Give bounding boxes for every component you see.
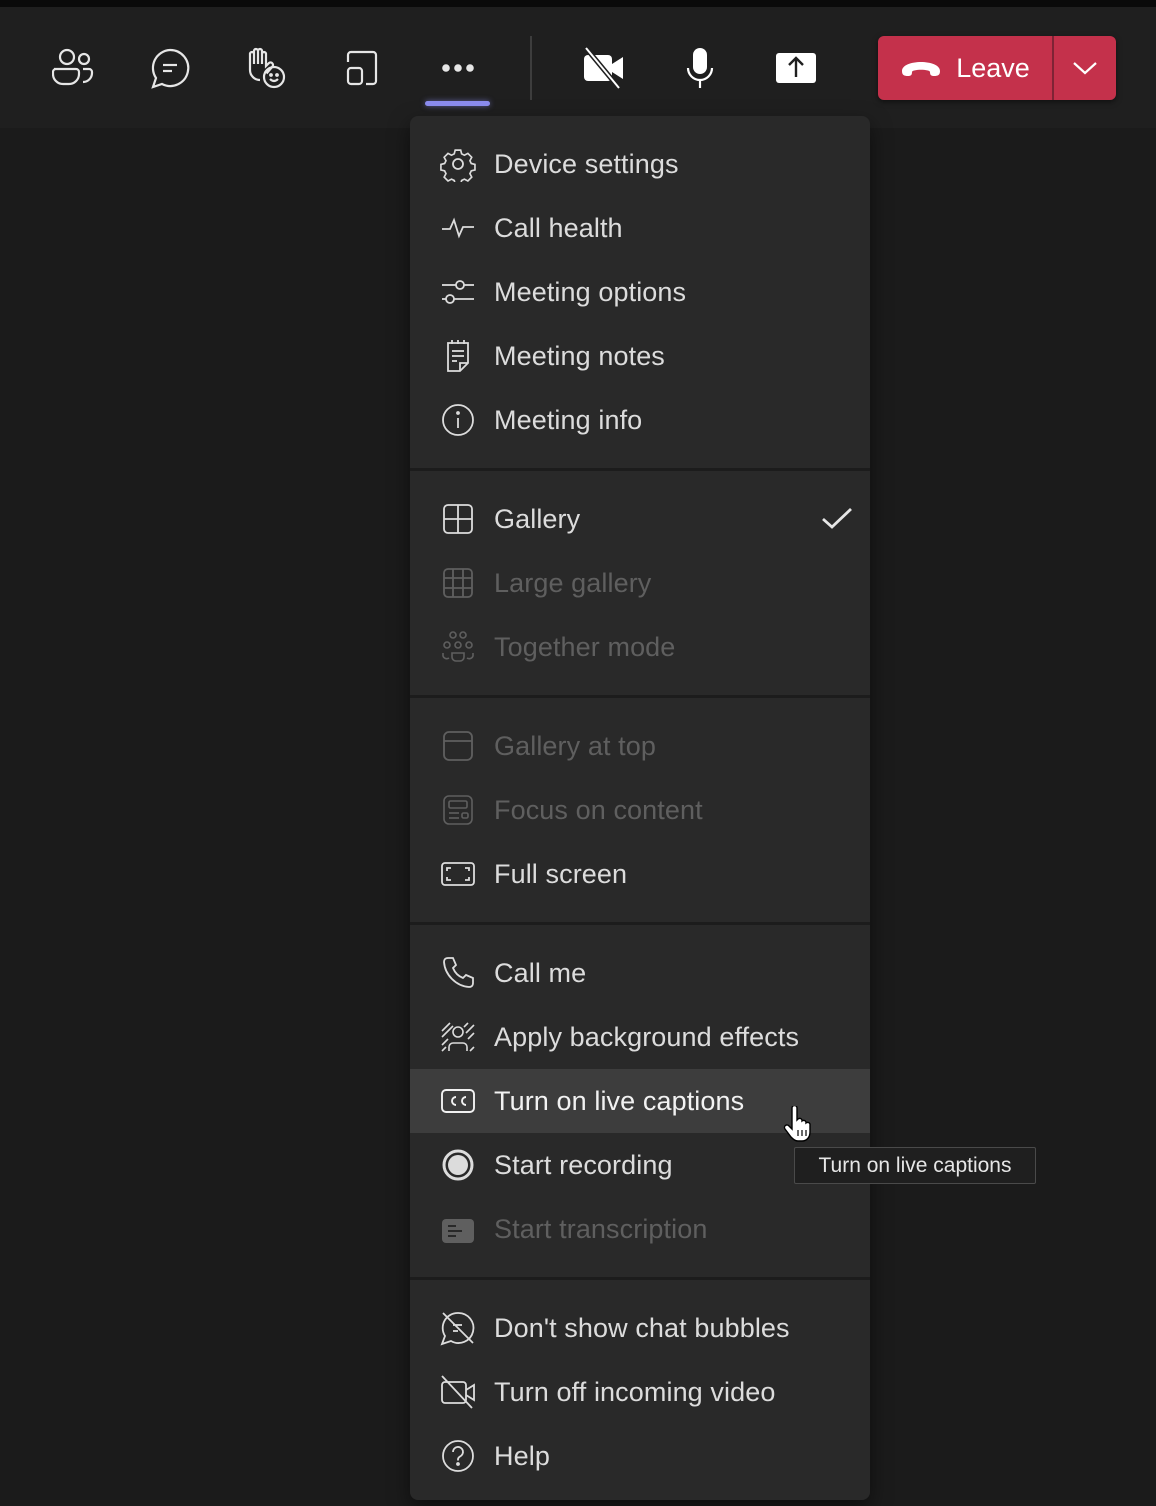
record-icon [440, 1147, 476, 1183]
menu-item-help[interactable]: Help [410, 1424, 870, 1488]
leave-button-group: Leave [878, 36, 1116, 100]
camera-toggle-button[interactable] [568, 29, 640, 107]
hang-up-icon [902, 62, 941, 76]
menu-item-start-transcription[interactable]: Start transcription [410, 1197, 870, 1261]
menu-item-meeting-notes[interactable]: Meeting notes [410, 324, 870, 388]
leave-label: Leave [956, 52, 1030, 83]
share-screen-button[interactable] [760, 29, 832, 107]
menu-item-label: Full screen [494, 858, 628, 889]
chat-icon [151, 48, 190, 89]
gallery-top-icon [440, 728, 476, 764]
cc-icon [440, 1083, 476, 1119]
menu-item-focus-on-content[interactable]: Focus on content [410, 778, 870, 842]
reactions-button[interactable] [230, 29, 302, 107]
pulse-icon [440, 210, 476, 246]
menu-section-misc: Don't show chat bubbles Turn off incomin… [410, 1280, 870, 1500]
menu-item-background-effects[interactable]: Apply background effects [410, 1005, 870, 1069]
menu-item-large-gallery[interactable]: Large gallery [410, 551, 870, 615]
hand-pointer-cursor [782, 1104, 816, 1147]
more-actions-button[interactable] [422, 29, 494, 107]
phone-icon [440, 955, 476, 991]
background-effects-icon [440, 1019, 476, 1055]
participants-button[interactable] [38, 29, 110, 107]
menu-item-gallery-at-top[interactable]: Gallery at top [410, 714, 870, 778]
menu-section-view: Gallery at top Focus on content Full scr… [410, 698, 870, 925]
gear-icon [440, 146, 476, 182]
menu-item-label: Help [494, 1440, 550, 1471]
transcription-icon [440, 1211, 476, 1247]
menu-item-label: Meeting notes [494, 340, 665, 371]
menu-item-call-me[interactable]: Call me [410, 941, 870, 1005]
menu-item-label: Gallery [494, 503, 581, 534]
chevron-down-icon [1073, 62, 1097, 75]
microphone-icon [686, 48, 714, 88]
menu-section-meeting: Device settings Call health Meeting opti… [410, 116, 870, 471]
menu-section-layout: Gallery Large gallery Together mode [410, 471, 870, 698]
notes-icon [440, 338, 476, 374]
menu-item-device-settings[interactable]: Device settings [410, 132, 870, 196]
mic-toggle-button[interactable] [664, 29, 736, 107]
menu-item-full-screen[interactable]: Full screen [410, 842, 870, 906]
fullscreen-icon [440, 856, 476, 892]
share-screen-icon [776, 53, 816, 83]
more-actions-menu: Device settings Call health Meeting opti… [410, 116, 870, 1500]
menu-item-label: Device settings [494, 148, 679, 179]
together-mode-icon [440, 629, 476, 665]
toolbar-divider [530, 36, 532, 100]
menu-item-meeting-info[interactable]: Meeting info [410, 388, 870, 452]
camera-off-icon [584, 46, 623, 90]
gallery-icon [440, 501, 476, 537]
focus-content-icon [440, 792, 476, 828]
tooltip-text: Turn on live captions [818, 1153, 1012, 1177]
menu-item-label: Apply background effects [494, 1021, 800, 1052]
leave-options-dropdown[interactable] [1054, 36, 1116, 100]
help-icon [440, 1438, 476, 1474]
tooltip: Turn on live captions [794, 1147, 1036, 1184]
rooms-button[interactable] [326, 29, 398, 107]
menu-item-label: Meeting options [494, 276, 687, 307]
menu-item-label: Meeting info [494, 404, 643, 435]
chat-button[interactable] [134, 29, 206, 107]
menu-item-label: Call me [494, 957, 587, 988]
menu-item-label: Call health [494, 212, 623, 243]
raise-hand-icon [248, 47, 286, 89]
menu-item-gallery[interactable]: Gallery [410, 487, 870, 551]
breakout-rooms-icon [346, 50, 378, 86]
window-top-edge [0, 0, 1156, 7]
active-tab-indicator [425, 101, 490, 106]
chat-off-icon [440, 1310, 476, 1346]
more-icon [442, 64, 474, 72]
sliders-icon [440, 274, 476, 310]
checkmark-icon [820, 501, 854, 540]
leave-divider [1052, 36, 1054, 100]
menu-item-label: Turn on live captions [494, 1085, 745, 1116]
info-icon [440, 402, 476, 438]
menu-section-actions: Call me Apply background effects Turn on… [410, 925, 870, 1280]
menu-item-label: Don't show chat bubbles [494, 1312, 790, 1343]
menu-item-label: Large gallery [494, 567, 652, 598]
menu-item-label: Turn off incoming video [494, 1376, 776, 1407]
menu-item-label: Focus on content [494, 794, 703, 825]
leave-button[interactable]: Leave [878, 36, 1052, 100]
menu-item-call-health[interactable]: Call health [410, 196, 870, 260]
menu-item-incoming-video[interactable]: Turn off incoming video [410, 1360, 870, 1424]
menu-item-meeting-options[interactable]: Meeting options [410, 260, 870, 324]
menu-item-label: Gallery at top [494, 730, 656, 761]
meeting-toolbar: Leave [0, 7, 1156, 128]
menu-item-together-mode[interactable]: Together mode [410, 615, 870, 679]
menu-item-label: Start transcription [494, 1213, 708, 1244]
large-gallery-icon [440, 565, 476, 601]
video-off-icon [440, 1374, 476, 1410]
menu-item-label: Together mode [494, 631, 676, 662]
menu-item-chat-bubbles[interactable]: Don't show chat bubbles [410, 1296, 870, 1360]
menu-item-label: Start recording [494, 1149, 673, 1180]
people-icon [52, 48, 94, 86]
